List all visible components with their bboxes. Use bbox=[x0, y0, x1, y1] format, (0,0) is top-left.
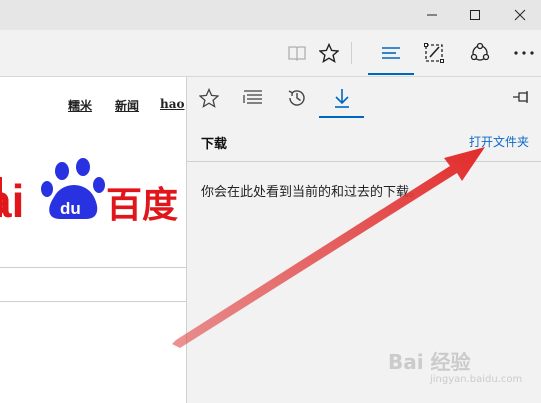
hub-button[interactable] bbox=[375, 30, 407, 76]
reading-list-tab[interactable] bbox=[235, 83, 271, 113]
title-bar bbox=[0, 0, 541, 30]
search-box-top bbox=[0, 267, 186, 268]
web-note-icon bbox=[424, 43, 444, 63]
history-tab[interactable] bbox=[279, 83, 315, 113]
favorites-tab[interactable] bbox=[191, 83, 227, 113]
search-box-bottom bbox=[0, 301, 186, 302]
more-button[interactable] bbox=[508, 30, 540, 76]
nav-link-nuomi[interactable]: 糯米 bbox=[68, 97, 92, 114]
hub-active-indicator bbox=[368, 73, 414, 75]
close-button[interactable] bbox=[500, 0, 540, 30]
svg-text:ai: ai bbox=[0, 175, 24, 227]
web-page: 糯米 新闻 hao ai du 百度 bbox=[0, 77, 186, 403]
nav-link-hao123[interactable]: hao bbox=[160, 97, 185, 111]
svg-text:du: du bbox=[60, 199, 81, 218]
favorite-button[interactable] bbox=[313, 30, 345, 76]
download-icon bbox=[335, 89, 349, 108]
minimize-icon bbox=[427, 14, 437, 16]
web-note-button[interactable] bbox=[418, 30, 450, 76]
maximize-icon bbox=[470, 10, 480, 20]
pin-icon[interactable] bbox=[512, 89, 532, 105]
reading-view-button[interactable] bbox=[281, 30, 313, 76]
downloads-title: 下载 bbox=[201, 137, 228, 152]
toolbar-separator bbox=[351, 42, 352, 64]
watermark-text: Bai 经验 bbox=[388, 350, 471, 374]
downloads-tab[interactable] bbox=[324, 83, 360, 113]
watermark-url: jingyan.baidu.com bbox=[430, 374, 523, 385]
nav-link-news[interactable]: 新闻 bbox=[115, 97, 139, 114]
downloads-empty-message: 你会在此处看到当前的和过去的下载。 bbox=[201, 185, 423, 200]
history-icon bbox=[288, 90, 305, 106]
maximize-button[interactable] bbox=[455, 0, 495, 30]
browser-toolbar bbox=[0, 30, 541, 77]
more-icon bbox=[514, 51, 534, 55]
reading-list-icon bbox=[243, 90, 262, 104]
svg-text:百度: 百度 bbox=[106, 185, 178, 226]
reading-view-icon bbox=[288, 46, 306, 61]
baidu-logo[interactable]: ai du 百度 bbox=[0, 155, 186, 235]
minimize-button[interactable] bbox=[412, 0, 452, 30]
share-button[interactable] bbox=[464, 30, 496, 76]
open-folder-link[interactable]: 打开文件夹 bbox=[469, 133, 529, 150]
star-icon bbox=[319, 43, 339, 63]
watermark: Bai 经验 jingyan.baidu.com bbox=[388, 338, 538, 398]
share-icon bbox=[470, 42, 490, 61]
downloads-tab-indicator bbox=[319, 116, 364, 118]
star-icon bbox=[199, 88, 219, 108]
close-icon bbox=[514, 9, 526, 21]
hub-icon bbox=[382, 47, 400, 59]
hub-divider bbox=[187, 161, 541, 162]
